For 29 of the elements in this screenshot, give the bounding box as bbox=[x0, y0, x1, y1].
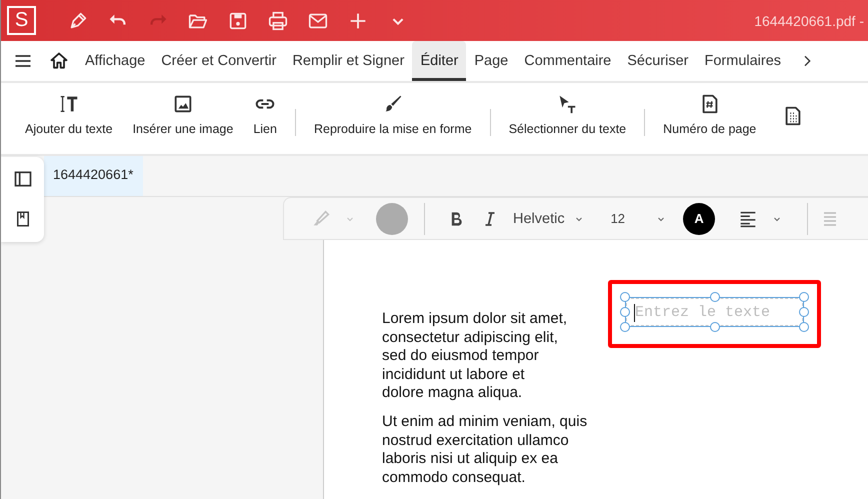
menu-tab[interactable]: Sécuriser bbox=[619, 41, 696, 81]
font-size-dropdown[interactable]: 12 bbox=[610, 211, 626, 226]
document-tab[interactable]: 1644420661* bbox=[44, 156, 144, 196]
ribbon-tool-button[interactable]: Numéro de page bbox=[653, 83, 766, 154]
menu-tab[interactable]: Commentaire bbox=[516, 41, 620, 81]
resize-handle[interactable] bbox=[710, 322, 720, 332]
font-dropdown[interactable]: Helvetic bbox=[513, 210, 565, 226]
app-logo[interactable]: S bbox=[7, 6, 36, 35]
ribbon-tool-button[interactable]: Ajouter du texte bbox=[15, 83, 123, 154]
text-color-button[interactable]: A bbox=[683, 202, 716, 234]
ribbon-tool-button[interactable]: Lien bbox=[243, 83, 287, 154]
paragraph: Ut enim ad minim veniam, quis nostrud exercitation ullamco laboris nisi ut aliquip ex ea commodo consequat. bbox=[382, 412, 588, 488]
menu-tab[interactable]: Formulaires bbox=[696, 41, 790, 81]
side-panel-icon[interactable] bbox=[12, 169, 32, 189]
ribbon-tool-button[interactable]: Reproduire la mise en forme bbox=[304, 83, 482, 154]
menu-tab[interactable]: Page bbox=[466, 41, 516, 81]
file-name: 1644420661.pdf - bbox=[754, 12, 864, 28]
ribbon-tool-button[interactable]: Insérer une image bbox=[122, 83, 244, 154]
ribbon-tool-button[interactable]: Sélectionner du texte bbox=[498, 83, 636, 154]
paragraph: Lorem ipsum dolor sit amet, consectetur adipiscing elit, sed do eiusmod tempor incididunt ut labore et dolore magna aliqua. bbox=[382, 310, 568, 403]
home-icon[interactable] bbox=[49, 51, 69, 71]
fill-color-button[interactable] bbox=[376, 202, 408, 234]
print-icon[interactable] bbox=[266, 10, 288, 32]
menu-tab[interactable]: Remplir et Signer bbox=[284, 41, 412, 81]
resize-handle[interactable] bbox=[710, 292, 720, 302]
menu-tab[interactable]: Éditer bbox=[412, 41, 466, 81]
text-input-field[interactable]: Entrez le texte bbox=[626, 298, 803, 326]
menu-tab[interactable]: Créer et Convertir bbox=[153, 41, 284, 81]
menu-tab[interactable]: Affichage bbox=[77, 41, 154, 81]
